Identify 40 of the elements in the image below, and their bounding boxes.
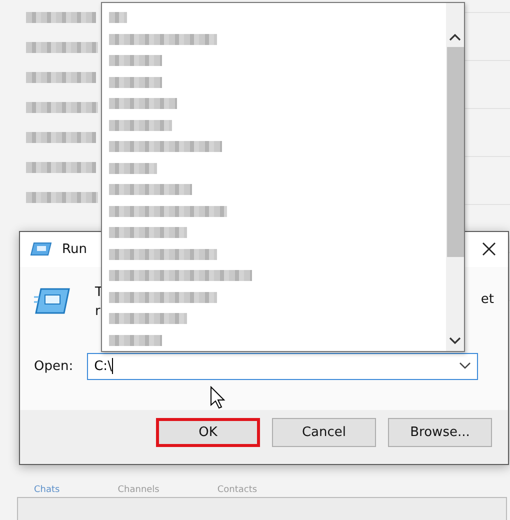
redacted-text[interactable]: [109, 270, 252, 282]
redacted-text: [26, 42, 98, 53]
redacted-text[interactable]: [109, 120, 172, 131]
redacted-text[interactable]: [109, 98, 177, 110]
redacted-text: [26, 192, 98, 203]
description-text: et: [480, 292, 494, 307]
input-field[interactable]: [17, 497, 507, 520]
redacted-text: [26, 162, 96, 173]
chevron-up-icon[interactable]: [449, 33, 461, 41]
redacted-text: [26, 12, 96, 23]
open-combo-box[interactable]: C:\: [87, 352, 478, 380]
scrollbar-thumb[interactable]: [446, 47, 464, 257]
redacted-text[interactable]: [109, 313, 187, 324]
redacted-text[interactable]: [109, 141, 222, 152]
scrollbar[interactable]: [446, 3, 464, 351]
dialog-button[interactable]: Browse...: [388, 418, 492, 448]
redacted-text[interactable]: [109, 76, 162, 88]
redacted-text: [26, 72, 96, 83]
redacted-text[interactable]: [109, 184, 192, 196]
redacted-text[interactable]: [109, 12, 127, 24]
chevron-down-icon[interactable]: [459, 362, 472, 370]
redacted-text[interactable]: [109, 334, 162, 346]
redacted-text[interactable]: [109, 292, 217, 303]
chevron-down-icon[interactable]: [449, 337, 461, 345]
redacted-text[interactable]: [109, 162, 157, 174]
redacted-text: [26, 132, 96, 143]
dialog-button[interactable]: OK: [156, 418, 260, 448]
redacted-text[interactable]: [109, 248, 217, 260]
redacted-text[interactable]: [109, 206, 227, 217]
redacted-text[interactable]: [109, 227, 187, 238]
run-icon: [34, 286, 70, 315]
window-title: Run: [62, 242, 87, 257]
redacted-text[interactable]: [109, 55, 162, 66]
description-text: r: [95, 304, 102, 319]
close-icon[interactable]: [482, 242, 496, 256]
redacted-text: [26, 102, 98, 113]
run-icon: [30, 241, 52, 258]
redacted-text[interactable]: [109, 34, 217, 45]
dialog-button[interactable]: Cancel: [272, 418, 376, 448]
open-label: Open:: [34, 358, 74, 374]
